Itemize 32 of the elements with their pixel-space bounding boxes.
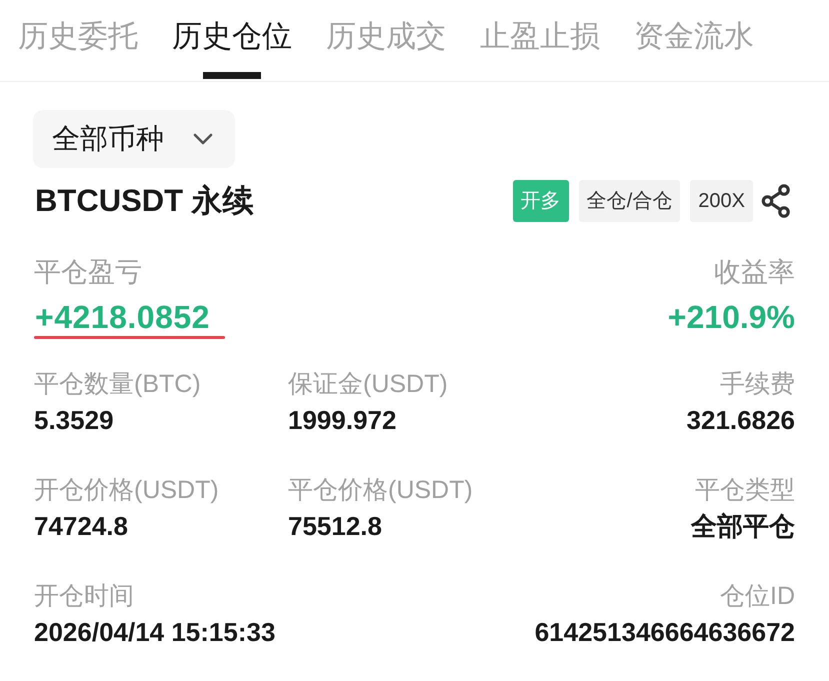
tab[interactable]: 历史成交 bbox=[326, 0, 446, 81]
field-value: 321.6826 bbox=[686, 405, 795, 435]
field-value: 5.3529 bbox=[34, 405, 114, 435]
field-value: 74724.8 bbox=[34, 511, 128, 541]
field-label: 平仓类型 bbox=[695, 475, 795, 505]
field-label: 平仓价格(USDT) bbox=[288, 475, 473, 505]
return-rate-value: +210.9% bbox=[668, 299, 795, 335]
tab[interactable]: 历史委托 bbox=[18, 0, 138, 81]
coin-filter-dropdown[interactable]: 全部币种 bbox=[33, 110, 235, 168]
field-label: 保证金(USDT) bbox=[288, 369, 448, 399]
position-tag: 200X bbox=[690, 180, 753, 222]
chevron-down-icon bbox=[193, 133, 213, 145]
field-label: 手续费 bbox=[720, 369, 795, 399]
field-value: 614251346664636672 bbox=[534, 617, 795, 647]
position-tag: 全仓/合仓 bbox=[578, 180, 680, 222]
pnl-label: 平仓盈亏 bbox=[34, 256, 142, 289]
tab[interactable]: 止盈止损 bbox=[480, 0, 600, 81]
tab[interactable]: 历史仓位 bbox=[172, 0, 292, 81]
share-icon[interactable] bbox=[761, 184, 791, 218]
field-label: 开仓价格(USDT) bbox=[34, 475, 219, 505]
field-label: 平仓数量(BTC) bbox=[34, 369, 201, 399]
field-value: 75512.8 bbox=[288, 511, 382, 541]
field-value: 全部平仓 bbox=[691, 511, 795, 541]
pnl-value: +4218.0852 bbox=[34, 299, 211, 335]
contract-name: BTCUSDT 永续 bbox=[35, 182, 254, 220]
position-side-tag: 开多 bbox=[512, 180, 569, 222]
field-label: 仓位ID bbox=[720, 581, 795, 611]
return-rate-label: 收益率 bbox=[714, 256, 795, 289]
field-label: 开仓时间 bbox=[34, 581, 134, 611]
field-value: 2026/04/14 15:15:33 bbox=[34, 617, 276, 647]
tab[interactable]: 资金流水 bbox=[634, 0, 754, 81]
field-value: 1999.972 bbox=[288, 405, 396, 435]
